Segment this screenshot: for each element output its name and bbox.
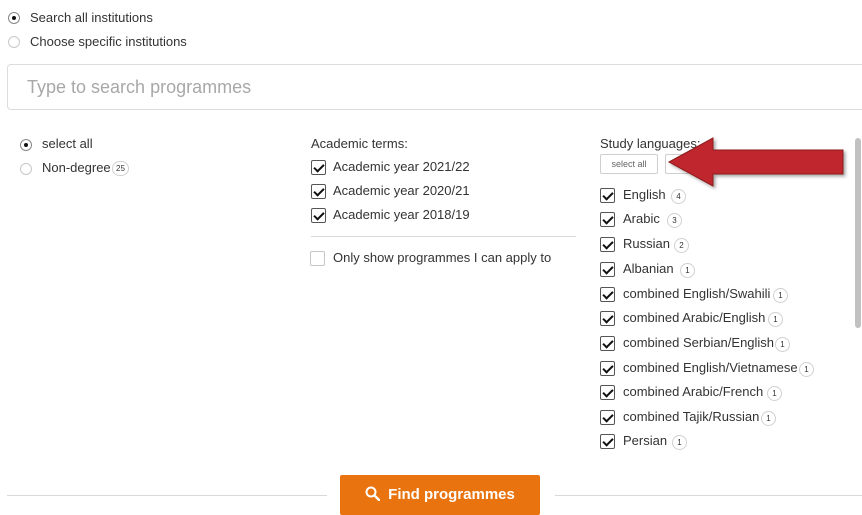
radio-search-all-institutions[interactable] <box>8 12 20 24</box>
language-label: combined English/Swahili <box>623 286 771 301</box>
non-degree-label: Non-degree <box>42 160 111 175</box>
language-label: English <box>623 187 666 202</box>
checkbox-language-serbian-english[interactable] <box>600 336 615 351</box>
language-count-badge: 1 <box>761 411 776 426</box>
language-label: Arabic <box>623 211 660 226</box>
language-label: Russian <box>623 236 670 251</box>
language-count-badge: 1 <box>680 263 695 278</box>
checkbox-language-english-swahili[interactable] <box>600 287 615 302</box>
checkbox-language-albanian[interactable] <box>600 262 615 277</box>
language-label: combined Arabic/English <box>623 310 766 325</box>
languages-scrollbar[interactable] <box>855 138 861 328</box>
checkbox-academic-year-2021-22[interactable] <box>311 160 326 175</box>
checkbox-academic-year-2018-19[interactable] <box>311 208 326 223</box>
language-count-badge: 1 <box>775 337 790 352</box>
radio-choose-specific-institutions[interactable] <box>8 36 20 48</box>
language-count-badge: 1 <box>672 435 687 450</box>
language-label: combined English/Vietnamese <box>623 360 798 375</box>
language-count-badge: 2 <box>674 238 689 253</box>
search-input[interactable]: Type to search programmes <box>7 64 862 110</box>
language-count-badge: 1 <box>767 386 782 401</box>
checkbox-language-english[interactable] <box>600 188 615 203</box>
footer-divider-right <box>555 495 862 496</box>
find-programmes-label: Find programmes <box>388 486 515 503</box>
checkbox-only-apply-programmes[interactable] <box>310 251 325 266</box>
checkbox-language-persian[interactable] <box>600 434 615 449</box>
terms-divider <box>311 236 576 237</box>
checkbox-academic-year-2020-21[interactable] <box>311 184 326 199</box>
find-programmes-button[interactable]: Find programmes <box>340 475 540 515</box>
checkbox-language-arabic-english[interactable] <box>600 311 615 326</box>
academic-year-2018-19-label: Academic year 2018/19 <box>333 207 470 222</box>
checkbox-language-tajik-russian[interactable] <box>600 410 615 425</box>
academic-terms-heading: Academic terms: <box>311 136 408 151</box>
checkbox-language-english-vietnamese[interactable] <box>600 361 615 376</box>
select-all-languages-button[interactable]: select all <box>600 154 658 174</box>
search-placeholder: Type to search programmes <box>27 77 252 97</box>
language-label: combined Serbian/English <box>623 335 775 350</box>
search-all-institutions-label: Search all institutions <box>30 10 153 25</box>
checkbox-language-arabic-french[interactable] <box>600 385 615 400</box>
language-count-badge: 3 <box>667 213 682 228</box>
search-icon <box>365 486 381 501</box>
language-label: Persian <box>623 433 668 448</box>
language-label: combined Tajik/Russian <box>623 409 760 424</box>
only-apply-programmes-label: Only show programmes I can apply to <box>333 250 552 265</box>
radio-select-all-degrees[interactable] <box>20 139 32 151</box>
language-count-badge: 1 <box>773 288 788 303</box>
arrow-left-icon <box>667 137 844 187</box>
checkbox-language-russian[interactable] <box>600 237 615 252</box>
footer-divider-left <box>7 495 327 496</box>
radio-non-degree[interactable] <box>20 163 32 175</box>
language-count-badge: 4 <box>671 189 686 204</box>
checkbox-language-arabic[interactable] <box>600 212 615 227</box>
non-degree-count-badge: 25 <box>112 161 129 176</box>
select-all-degrees-label: select all <box>42 136 93 151</box>
language-label: Albanian <box>623 261 674 276</box>
language-label: combined Arabic/French <box>623 384 764 399</box>
academic-year-2021-22-label: Academic year 2021/22 <box>333 159 470 174</box>
choose-specific-institutions-label: Choose specific institutions <box>30 34 187 49</box>
language-count-badge: 1 <box>799 362 814 377</box>
language-count-badge: 1 <box>768 312 783 327</box>
academic-year-2020-21-label: Academic year 2020/21 <box>333 183 470 198</box>
